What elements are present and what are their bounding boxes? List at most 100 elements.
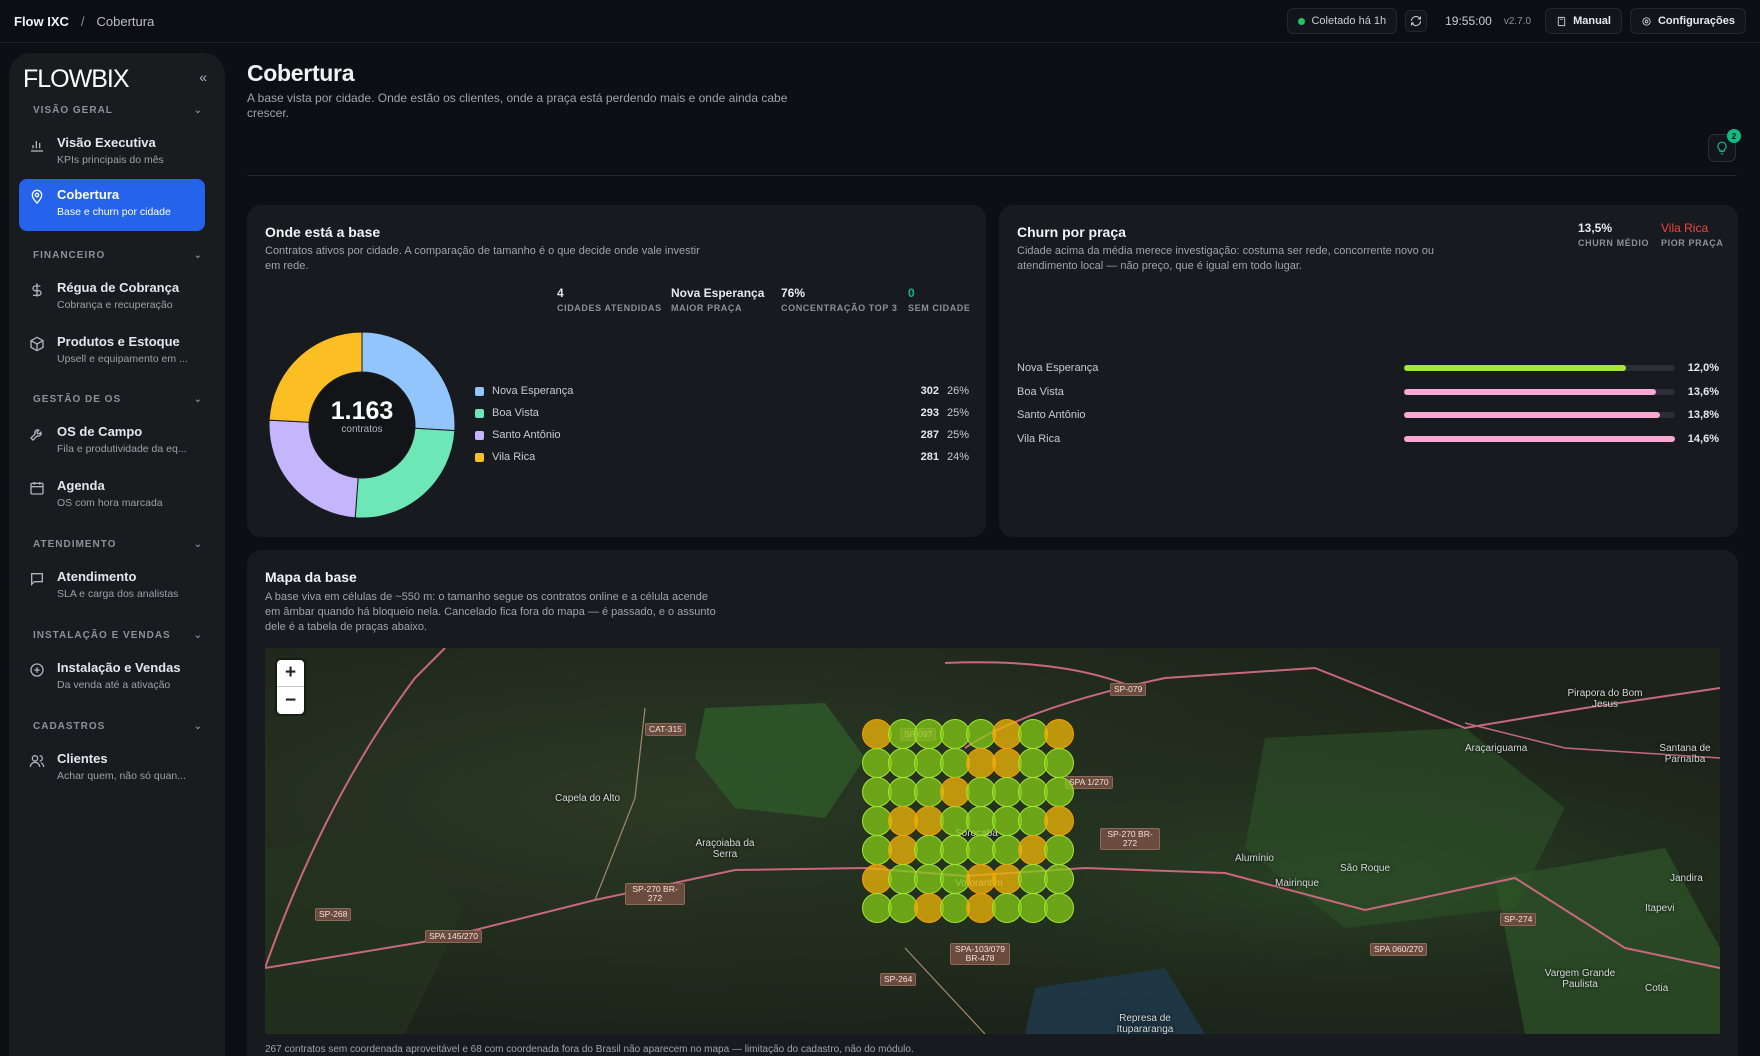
chevron-down-icon: ⌄ xyxy=(193,721,203,732)
breadcrumb-app[interactable]: Flow IXC xyxy=(14,14,69,29)
stat-value: 76% xyxy=(781,286,806,300)
section-label: CADASTROS xyxy=(33,721,106,732)
page-title: Cobertura xyxy=(247,60,355,86)
section-visao-geral[interactable]: VISÃO GERAL ⌄ xyxy=(33,105,203,116)
churn-row: Boa Vista 13,6% xyxy=(1017,384,1719,400)
stat-pior-praca: Vila Rica PIOR PRAÇA xyxy=(1661,221,1724,248)
map-footnote: 267 contratos sem coordenada aproveitáve… xyxy=(265,1044,914,1055)
zoom-out-button[interactable]: − xyxy=(277,687,304,714)
churn-card-subtitle: Cidade acima da média merece investigaçã… xyxy=(1017,245,1435,272)
sidebar-item-subtitle: Achar quem, não só quan... xyxy=(57,770,186,782)
legend-count: 287 xyxy=(920,429,939,441)
map-place-label: Cotia xyxy=(1645,983,1669,994)
calendar-icon xyxy=(30,482,44,495)
map-road-label: CAT-315 xyxy=(645,723,686,736)
map-place-label: Vargem Grande Paulista xyxy=(1544,968,1616,990)
section-cadastros[interactable]: CADASTROS ⌄ xyxy=(33,721,203,732)
density-cell[interactable] xyxy=(1044,748,1074,778)
legend-city: Santo Antônio xyxy=(492,429,561,441)
sidebar-item-title: Clientes xyxy=(57,751,108,766)
churn-value: 14,6% xyxy=(1687,433,1719,445)
map-road-label: SPA-103/079 BR-478 xyxy=(950,943,1010,965)
version: v2.7.0 xyxy=(1503,15,1532,27)
legend-city: Vila Rica xyxy=(492,451,536,463)
stat-value: 13,5% xyxy=(1578,221,1613,235)
density-cell[interactable] xyxy=(1044,835,1074,865)
sidebar-item-instalacao-vendas[interactable]: Instalação e Vendas Da venda até a ativa… xyxy=(19,652,205,704)
churn-value: 13,6% xyxy=(1687,386,1719,398)
refresh-button[interactable] xyxy=(1405,10,1428,32)
map-place-label: Itapevi xyxy=(1645,903,1675,914)
chevron-down-icon: ⌄ xyxy=(193,105,203,116)
section-label: GESTÃO DE OS xyxy=(33,394,122,405)
legend-pct: 25% xyxy=(946,407,969,419)
collapse-sidebar-button[interactable]: « xyxy=(199,69,207,85)
density-cell[interactable] xyxy=(1044,719,1074,749)
breadcrumb-separator: / xyxy=(80,13,85,29)
stat-label: CHURN MÉDIO xyxy=(1578,238,1650,248)
churn-bar-fill xyxy=(1404,412,1661,418)
sidebar-item-os-campo[interactable]: OS de Campo Fila e produtividade da eq..… xyxy=(19,416,205,468)
density-cell[interactable] xyxy=(1044,864,1074,894)
sidebar-item-title: Produtos e Estoque xyxy=(57,334,180,349)
legend-pct: 26% xyxy=(946,385,969,397)
section-gestao-os[interactable]: GESTÃO DE OS ⌄ xyxy=(33,394,203,405)
chevron-down-icon: ⌄ xyxy=(193,630,203,641)
churn-city: Nova Esperança xyxy=(1017,362,1099,374)
sidebar-item-title: Instalação e Vendas xyxy=(57,660,181,675)
legend-row[interactable]: Boa Vista 293 25% xyxy=(475,405,969,421)
sidebar-item-agenda[interactable]: Agenda OS com hora marcada xyxy=(19,470,205,522)
stat-churn-medio: 13,5% CHURN MÉDIO xyxy=(1578,221,1649,248)
churn-bar-fill xyxy=(1404,365,1627,371)
stat-cidades: 4 CIDADES ATENDIDAS xyxy=(557,286,662,313)
legend-row[interactable]: Santo Antônio 287 25% xyxy=(475,427,969,443)
sidebar-item-subtitle: Fila e produtividade da eq... xyxy=(57,443,187,455)
section-atendimento[interactable]: ATENDIMENTO ⌄ xyxy=(33,539,203,550)
map-place-label: São Roque xyxy=(1340,863,1391,874)
status-dot xyxy=(1298,17,1306,25)
dollar-icon xyxy=(32,283,42,297)
sidebar-item-cobertura[interactable]: Cobertura Base e churn por cidade xyxy=(19,179,205,231)
coverage-map[interactable]: Capela do AltoAraçoiaba da SerraSorocaba… xyxy=(265,648,1720,1034)
section-instalacao-vendas[interactable]: INSTALAÇÃO E VENDAS ⌄ xyxy=(33,630,203,641)
logo: FLOWBIX xyxy=(23,65,130,93)
churn-bar-fill xyxy=(1404,436,1675,442)
map-road-label: SP-079 xyxy=(1110,683,1147,696)
churn-value: 13,8% xyxy=(1687,409,1719,421)
sidebar-item-regua-cobranca[interactable]: Régua de Cobrança Cobrança e recuperação xyxy=(19,272,205,324)
zoom-in-button[interactable]: + xyxy=(277,660,304,687)
sidebar-item-title: OS de Campo xyxy=(57,424,143,439)
notification-badge: 2 xyxy=(1727,129,1741,143)
density-cell[interactable] xyxy=(1044,777,1074,807)
section-label: INSTALAÇÃO E VENDAS xyxy=(33,630,171,641)
sidebar-item-produtos-estoque[interactable]: Produtos e Estoque Upsell e equipamento … xyxy=(19,326,205,378)
legend-pct: 24% xyxy=(946,451,969,463)
sync-status: Coletado há 1h xyxy=(1287,8,1398,34)
breadcrumb-page: Cobertura xyxy=(96,13,155,29)
sidebar-item-visao-executiva[interactable]: Visão Executiva KPIs principais do mês xyxy=(19,127,205,179)
map-place-label: Santana de Parnaíba xyxy=(1659,743,1711,765)
section-label: FINANCEIRO xyxy=(33,250,106,261)
section-financeiro[interactable]: FINANCEIRO ⌄ xyxy=(33,250,203,261)
settings-button[interactable]: Configurações xyxy=(1629,8,1746,34)
map-road-label: SP-270 BR-272 xyxy=(1100,828,1160,850)
sync-status-label: Coletado há 1h xyxy=(1311,15,1387,27)
sidebar-item-clientes[interactable]: Clientes Achar quem, não só quan... xyxy=(19,743,205,795)
sidebar-item-title: Atendimento xyxy=(57,569,137,584)
book-icon xyxy=(1557,16,1566,26)
sidebar-item-title: Cobertura xyxy=(57,187,120,202)
refresh-icon xyxy=(1411,16,1422,26)
legend-row[interactable]: Nova Esperança 302 26% xyxy=(475,383,969,399)
density-cell[interactable] xyxy=(1044,893,1074,923)
map-road-label: SP-270 BR-272 xyxy=(625,883,685,905)
sidebar-item-atendimento[interactable]: Atendimento SLA e carga dos analistas xyxy=(19,561,205,613)
legend-city: Boa Vista xyxy=(492,407,539,419)
map-road-label: SP-268 xyxy=(315,908,352,921)
sidebar: FLOWBIX « VISÃO GERAL ⌄ Visão Executiva K… xyxy=(9,53,225,1056)
map-place-label: Araçariguama xyxy=(1465,743,1528,754)
legend-swatch xyxy=(475,386,484,396)
stat-concentracao: 76% CONCENTRAÇÃO TOP 3 xyxy=(781,286,897,313)
legend-row[interactable]: Vila Rica 281 24% xyxy=(475,449,969,465)
manual-button[interactable]: Manual xyxy=(1545,8,1622,34)
density-cell[interactable] xyxy=(1044,806,1074,836)
